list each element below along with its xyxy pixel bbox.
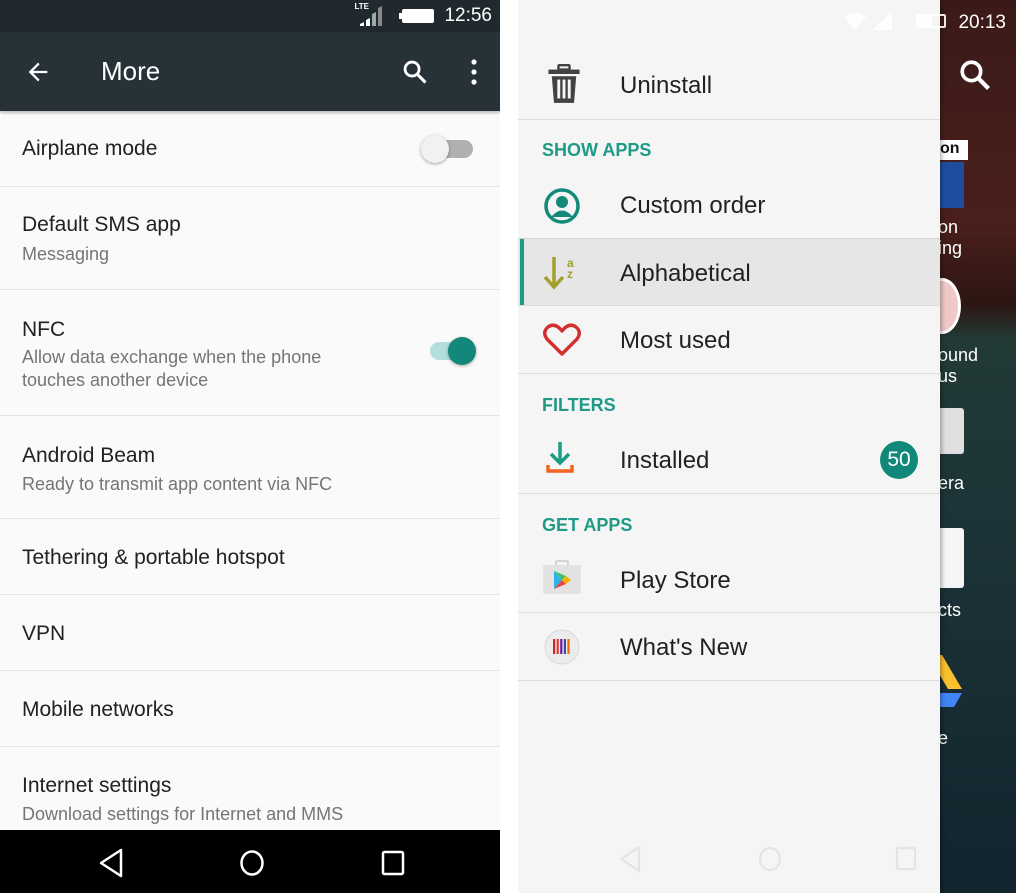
amazon-app-icon-body bbox=[938, 162, 964, 208]
setting-title: Internet settings bbox=[22, 774, 172, 797]
more-vert-icon[interactable] bbox=[464, 58, 484, 86]
menu-item-uninstall[interactable]: Uninstall bbox=[518, 50, 940, 120]
setting-tethering[interactable]: Tethering & portable hotspot bbox=[0, 519, 500, 595]
whats-new-icon bbox=[544, 629, 580, 665]
arrow-left-icon[interactable] bbox=[24, 58, 52, 86]
menu-item-label: What's New bbox=[620, 634, 748, 661]
heart-icon bbox=[543, 323, 581, 356]
navigation-bar bbox=[518, 825, 940, 893]
battery-icon bbox=[916, 14, 946, 28]
nav-home-icon[interactable] bbox=[757, 845, 783, 873]
wifi-icon bbox=[844, 12, 866, 30]
menu-item-installed[interactable]: Installed 50 bbox=[518, 426, 940, 494]
setting-subtitle-line1: Allow data exchange when the phone bbox=[22, 347, 322, 367]
menu-item-whats-new[interactable]: What's New bbox=[518, 613, 940, 681]
setting-title: Default SMS app bbox=[22, 213, 181, 236]
page-title: More bbox=[101, 56, 161, 86]
nav-back-icon[interactable] bbox=[618, 845, 642, 873]
settings-list: Airplane mode Default SMS app Messaging … bbox=[0, 111, 500, 837]
menu-item-label: Most used bbox=[620, 327, 731, 354]
menu-item-alphabetical[interactable]: a z Alphabetical bbox=[518, 238, 940, 306]
app-drawer-menu: Uninstall SHOW APPS Custom order a z Alp… bbox=[518, 0, 940, 893]
menu-item-label: Uninstall bbox=[620, 72, 713, 99]
setting-title: Airplane mode bbox=[22, 137, 158, 160]
play-store-icon bbox=[543, 560, 581, 594]
nav-home-icon[interactable] bbox=[238, 848, 266, 878]
download-icon bbox=[546, 442, 574, 473]
status-time: 20:13 bbox=[958, 12, 1006, 33]
app-label: cts bbox=[938, 600, 962, 620]
settings-screen: LTE 12:56 More Airplane mode Default SMS… bbox=[0, 0, 500, 893]
setting-mobile-networks[interactable]: Mobile networks bbox=[0, 671, 500, 747]
app-label: ound bbox=[938, 345, 979, 365]
svg-text:z: z bbox=[567, 267, 573, 281]
app-label: on bbox=[938, 217, 959, 237]
setting-subtitle: Messaging bbox=[22, 244, 110, 264]
setting-title: Tethering & portable hotspot bbox=[22, 546, 285, 569]
person-circle-icon bbox=[544, 188, 580, 224]
setting-title: VPN bbox=[22, 622, 66, 645]
amazon-app-icon[interactable]: on bbox=[938, 140, 968, 160]
setting-subtitle: Download settings for Internet and MMS bbox=[22, 804, 344, 824]
setting-title: NFC bbox=[22, 318, 66, 341]
menu-item-most-used[interactable]: Most used bbox=[518, 306, 940, 374]
trash-icon bbox=[548, 64, 580, 103]
section-header-get-apps: GET APPS bbox=[542, 515, 633, 535]
nfc-toggle[interactable] bbox=[426, 335, 478, 365]
menu-item-label: Alphabetical bbox=[620, 260, 751, 287]
setting-vpn[interactable]: VPN bbox=[0, 595, 500, 671]
status-time: 12:56 bbox=[444, 5, 492, 26]
installed-count-badge: 50 bbox=[880, 441, 918, 479]
setting-android-beam[interactable]: Android Beam Ready to transmit app conte… bbox=[0, 416, 500, 519]
airplane-mode-toggle[interactable] bbox=[419, 133, 473, 163]
setting-airplane-mode[interactable]: Airplane mode bbox=[0, 111, 500, 187]
signal-icon bbox=[360, 6, 382, 26]
section-header-filters: FILTERS bbox=[542, 395, 616, 415]
search-icon[interactable] bbox=[401, 58, 429, 86]
setting-subtitle: Ready to transmit app content via NFC bbox=[22, 474, 333, 494]
signal-icon bbox=[872, 12, 892, 30]
setting-title: Android Beam bbox=[22, 444, 156, 467]
status-bar: LTE 12:56 bbox=[0, 0, 500, 32]
setting-internet-settings[interactable]: Internet settings Download settings for … bbox=[0, 747, 500, 837]
menu-item-label: Installed bbox=[620, 447, 710, 474]
menu-item-play-store[interactable]: Play Store bbox=[518, 546, 940, 613]
menu-item-label: Custom order bbox=[620, 192, 766, 219]
status-bar: 20:13 bbox=[518, 0, 1016, 44]
menu-item-custom-order[interactable]: Custom order bbox=[518, 172, 940, 238]
nav-recents-icon[interactable] bbox=[380, 848, 406, 878]
app-bar: More bbox=[0, 32, 500, 111]
section-header-show-apps: SHOW APPS bbox=[542, 140, 652, 160]
setting-subtitle-line2: touches another device bbox=[22, 370, 209, 390]
setting-nfc[interactable]: NFC Allow data exchange when the phone t… bbox=[0, 290, 500, 416]
nav-back-icon[interactable] bbox=[98, 848, 124, 878]
navigation-bar bbox=[0, 830, 500, 893]
menu-item-label: Play Store bbox=[620, 567, 731, 594]
launcher-screen: on on ing ound us era cts e 20:13 Uninst… bbox=[518, 0, 1016, 893]
battery-icon bbox=[399, 9, 434, 23]
setting-title: Mobile networks bbox=[22, 698, 174, 721]
sort-az-icon: a z bbox=[543, 256, 574, 290]
app-label: ing bbox=[938, 238, 963, 258]
search-icon[interactable] bbox=[958, 58, 992, 92]
app-label: era bbox=[938, 473, 965, 493]
app-label: us bbox=[938, 366, 958, 386]
setting-default-sms[interactable]: Default SMS app Messaging bbox=[0, 187, 500, 290]
nav-recents-icon[interactable] bbox=[894, 845, 918, 873]
